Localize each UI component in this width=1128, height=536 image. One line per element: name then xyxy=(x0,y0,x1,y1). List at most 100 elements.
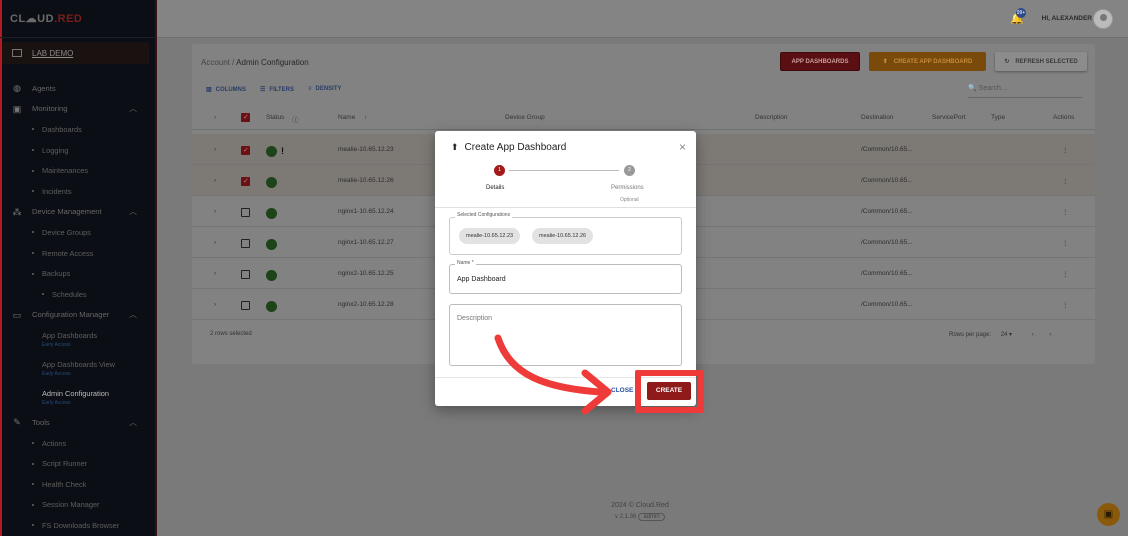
col-type[interactable]: Type xyxy=(991,114,1005,121)
bullet-icon xyxy=(32,524,34,527)
row-destination: /Common/10.65... xyxy=(861,177,913,184)
sidebar-item-tools[interactable]: ✎ Tools ︿ xyxy=(0,412,155,433)
avatar[interactable] xyxy=(1093,9,1113,29)
col-destination[interactable]: Destination xyxy=(861,114,894,121)
sidebar-item-label: Actions xyxy=(42,438,67,448)
sidebar-item-logging[interactable]: Logging xyxy=(0,140,155,161)
sidebar-item-app-dashboards[interactable]: App Dashboards Early Access xyxy=(0,325,155,354)
sidebar-item-app-dashboards-view[interactable]: App Dashboards View Early Access xyxy=(0,354,155,383)
sidebar-item-agents[interactable]: ◍ Agents xyxy=(0,78,155,99)
app-dashboards-button[interactable]: APP DASHBOARDS xyxy=(780,52,860,71)
row-actions-icon[interactable]: ⋮ xyxy=(1062,239,1069,247)
filters-button[interactable]: ☰ FILTERS xyxy=(260,86,294,93)
expand-chevron-icon[interactable]: › xyxy=(214,239,216,246)
bullet-icon xyxy=(42,293,44,296)
description-field[interactable] xyxy=(449,304,682,366)
status-ok-icon xyxy=(266,301,277,312)
col-actions: Actions xyxy=(1053,114,1075,121)
row-checkbox[interactable] xyxy=(241,239,250,248)
chevron-up-icon: ︿ xyxy=(129,207,137,217)
version: v 2.1.36 admin xyxy=(615,513,665,521)
breadcrumb-account[interactable]: Account xyxy=(201,58,230,67)
rows-per-page: Rows per page: 24 ▾ ‹ › xyxy=(949,331,1051,338)
sidebar-item-script-runner[interactable]: Script Runner xyxy=(0,453,155,474)
sort-arrow-icon: ↑ xyxy=(364,114,368,121)
row-destination: /Common/10.65... xyxy=(861,301,913,308)
select-all-checkbox[interactable] xyxy=(241,113,250,122)
chevron-up-icon: ︿ xyxy=(129,417,137,427)
sidebar-item-device-groups[interactable]: Device Groups xyxy=(0,222,155,243)
row-actions-icon[interactable]: ⋮ xyxy=(1062,146,1069,154)
sidebar-item-schedules[interactable]: Schedules xyxy=(0,284,155,305)
topbar: 🔔 99+ HI, ALEXANDER xyxy=(157,0,1128,38)
sidebar-item-maintenances[interactable]: Maintenances xyxy=(0,160,155,181)
expand-chevron-icon[interactable]: › xyxy=(214,177,216,184)
create-app-dashboard-label: CREATE APP DASHBOARD xyxy=(893,58,973,65)
sidebar-item-incidents[interactable]: Incidents xyxy=(0,181,155,202)
sidebar-item-label: Tools xyxy=(32,417,50,427)
density-button[interactable]: ≡ DENSITY xyxy=(308,86,342,93)
sidebar-item-health-check[interactable]: Health Check xyxy=(0,474,155,495)
density-label: DENSITY xyxy=(315,86,342,92)
sidebar-item-label: Agents xyxy=(32,83,56,93)
row-actions-icon[interactable]: ⋮ xyxy=(1062,301,1069,309)
close-button[interactable]: CLOSE xyxy=(611,387,633,394)
monitor-icon xyxy=(12,49,22,57)
bullet-icon xyxy=(32,128,34,131)
logo: CL☁UD .RED xyxy=(0,0,155,38)
row-name: nginx1-10.65.12.24 xyxy=(338,208,394,215)
next-page-icon[interactable]: › xyxy=(1049,332,1051,338)
search-input[interactable]: 🔍 Search… xyxy=(968,84,1082,98)
rows-per-page-select[interactable]: 24 ▾ xyxy=(1001,332,1012,338)
sidebar-item-admin-configuration[interactable]: Admin Configuration Early Access xyxy=(0,383,155,412)
col-description[interactable]: Description xyxy=(755,114,788,121)
expand-chevron-icon[interactable]: › xyxy=(214,208,216,215)
columns-button[interactable]: ▥ COLUMNS xyxy=(206,86,246,93)
row-checkbox[interactable] xyxy=(241,146,250,155)
sidebar-item-fs-downloads[interactable]: FS Downloads Browser xyxy=(0,515,155,536)
col-device-group[interactable]: Device Group xyxy=(505,114,545,121)
sidebar-item-label: Schedules xyxy=(52,289,87,299)
step-2-indicator[interactable]: 2 xyxy=(624,165,635,176)
sidebar-item-configuration-manager[interactable]: ▭ Configuration Manager ︿ xyxy=(0,305,155,326)
col-name[interactable]: Name xyxy=(338,114,355,121)
create-app-dashboard-button[interactable]: ⬆ CREATE APP DASHBOARD xyxy=(869,52,986,71)
row-destination: /Common/10.65... xyxy=(861,208,913,215)
sidebar-item-remote-access[interactable]: Remote Access xyxy=(0,243,155,264)
rows-selected-count: 2 rows selected xyxy=(210,331,252,337)
row-checkbox[interactable] xyxy=(241,270,250,279)
row-destination: /Common/10.65... xyxy=(861,146,913,153)
col-service-port[interactable]: ServicePort xyxy=(932,114,966,121)
columns-icon: ▥ xyxy=(206,87,212,93)
sidebar-item-device-management[interactable]: ⁂ Device Management ︿ xyxy=(0,202,155,223)
close-icon[interactable]: × xyxy=(679,140,686,154)
sidebar-item-dashboards[interactable]: Dashboards xyxy=(0,119,155,140)
sidebar-item-monitoring[interactable]: ▣ Monitoring ︿ xyxy=(0,99,155,120)
expand-chevron-icon[interactable]: › xyxy=(214,301,216,308)
step-1-indicator[interactable]: 1 xyxy=(494,165,505,176)
upload-icon: ⬆ xyxy=(882,59,888,65)
sidebar-item-actions[interactable]: Actions xyxy=(0,433,155,454)
sidebar-item-session-manager[interactable]: Session Manager xyxy=(0,495,155,516)
workspace-selector[interactable]: LAB DEMO xyxy=(2,42,149,64)
refresh-selected-button[interactable]: ↻ REFRESH SELECTED xyxy=(995,52,1087,71)
row-checkbox[interactable] xyxy=(241,301,250,310)
expand-chevron-icon[interactable]: › xyxy=(214,146,216,153)
network-icon: ⁂ xyxy=(12,206,22,217)
prev-page-icon[interactable]: ‹ xyxy=(1032,332,1034,338)
row-actions-icon[interactable]: ⋮ xyxy=(1062,270,1069,278)
row-checkbox[interactable] xyxy=(241,208,250,217)
sidebar-item-label: Configuration Manager xyxy=(32,310,110,320)
chevron-up-icon: ︿ xyxy=(129,104,137,114)
sidebar-item-backups[interactable]: Backups xyxy=(0,263,155,284)
col-status[interactable]: Status xyxy=(266,114,284,121)
row-actions-icon[interactable]: ⋮ xyxy=(1062,208,1069,216)
name-field-value[interactable]: App Dashboard xyxy=(457,276,506,283)
breadcrumb-current: Admin Configuration xyxy=(236,58,309,67)
expand-chevron-icon[interactable]: › xyxy=(214,270,216,277)
columns-label: COLUMNS xyxy=(215,87,247,93)
chat-icon[interactable]: ▣ xyxy=(1097,503,1120,526)
bullet-icon xyxy=(32,149,34,152)
row-checkbox[interactable] xyxy=(241,177,250,186)
row-actions-icon[interactable]: ⋮ xyxy=(1062,177,1069,185)
